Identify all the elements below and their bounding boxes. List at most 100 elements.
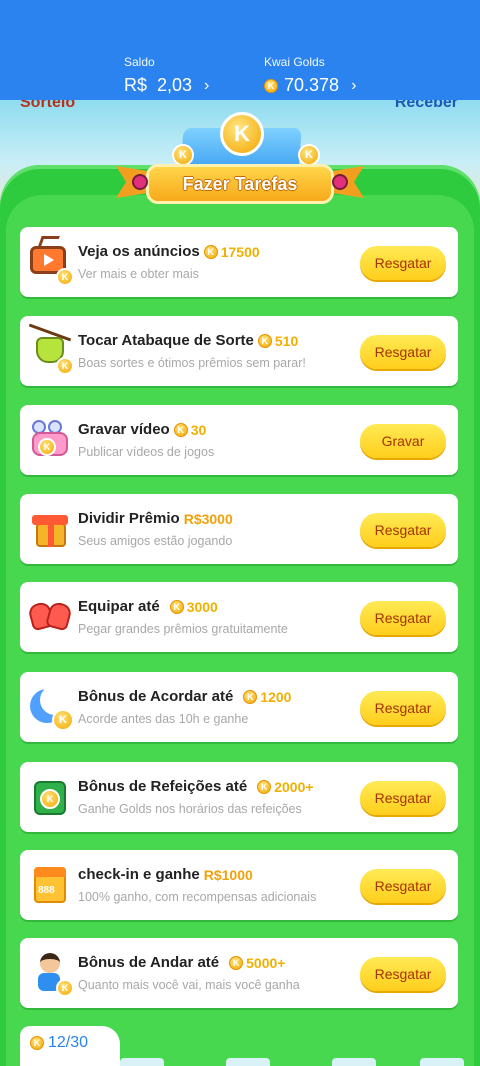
bird-icon: [132, 174, 148, 190]
k-coin-icon: K: [298, 144, 320, 166]
k-coin-icon: K: [243, 689, 258, 704]
task-reward: K 510: [257, 332, 299, 349]
golds-label: Kwai Golds: [264, 55, 325, 69]
task-subtitle: Ganhe Golds nos horários das refeições: [78, 802, 302, 816]
progress-tab[interactable]: K 12/30: [20, 1026, 120, 1066]
task-title-row: Bônus de Andar até K 5000+: [78, 954, 285, 971]
resgatar-button[interactable]: Resgatar: [360, 601, 446, 635]
progress-row: K 12/30: [30, 1034, 88, 1052]
progress-count: 12/30: [48, 1034, 89, 1051]
task-reward-value: 510: [274, 332, 299, 349]
task-card-meals: K Bônus de Refeições até K 2000+ Ganhe Gol…: [20, 762, 458, 832]
task-title: Tocar Atabaque de Sorte: [78, 332, 254, 349]
resgatar-button[interactable]: Resgatar: [360, 957, 446, 991]
chevron-right-icon[interactable]: ›: [204, 77, 209, 95]
task-reward: K 5000+: [229, 955, 285, 971]
task-title: Equipar até: [78, 598, 160, 615]
task-reward: K 30: [173, 421, 207, 438]
calendar-number: 888: [38, 885, 55, 896]
task-title: Bônus de Andar até: [78, 954, 220, 971]
resgatar-button[interactable]: Resgatar: [360, 869, 446, 903]
walking-boy-icon: K: [28, 951, 74, 997]
task-reward-value: 3000: [186, 598, 218, 615]
task-title-row: Gravar vídeo K 30: [78, 421, 206, 438]
bottom-card-tab[interactable]: [120, 1058, 164, 1066]
bird-icon: [332, 174, 348, 190]
bottom-card-tab[interactable]: [226, 1058, 270, 1066]
chevron-right-icon[interactable]: ›: [351, 77, 356, 95]
k-coin-icon: K: [229, 955, 244, 970]
task-reward: K 17500: [203, 244, 260, 260]
task-title-row: Bônus de Refeições até K 2000+: [78, 778, 314, 795]
bottom-card-tab[interactable]: [420, 1058, 464, 1066]
k-coin-icon: K: [30, 1036, 44, 1050]
task-subtitle: Seus amigos estão jogando: [78, 534, 233, 548]
balance-value-row[interactable]: R$ 2,03 ›: [124, 75, 209, 96]
resgatar-button[interactable]: Resgatar: [360, 781, 446, 815]
task-card-video: K Gravar vídeo K 30 Publicar vídeos de jog…: [20, 405, 458, 475]
task-title: Bônus de Acordar até: [78, 688, 234, 705]
task-reward: K 1200: [243, 689, 291, 705]
gravar-button[interactable]: Gravar: [360, 424, 446, 458]
balance-value: R$ 2,03: [124, 75, 193, 95]
tv-icon: K: [28, 236, 74, 286]
task-reward-value: 5000+: [246, 954, 286, 971]
tasks-banner: K K K Fazer Tarefas: [116, 108, 360, 208]
task-title-row: Veja os anúncios K 17500: [78, 243, 260, 260]
task-subtitle: Ver mais e obter mais: [78, 267, 199, 281]
task-subtitle: Quanto mais você vai, mais você ganha: [78, 978, 300, 992]
k-coin-icon: K: [173, 422, 188, 437]
task-title-row: Equipar até K 3000: [78, 598, 218, 615]
task-title-row: Dividir Prêmio R$3000: [78, 510, 233, 527]
task-card-wake-up: K Bônus de Acordar até K 1200 Acorde antes…: [20, 672, 458, 742]
task-subtitle: Boas sortes e ótimos prêmios sem parar!: [78, 356, 306, 370]
task-reward-value: 30: [190, 421, 207, 438]
resgatar-button[interactable]: Resgatar: [360, 513, 446, 547]
golds-value: 70.378: [284, 75, 340, 95]
task-subtitle: Publicar vídeos de jogos: [78, 445, 215, 459]
meal-bag-icon: K: [28, 775, 72, 819]
bottom-card-tab[interactable]: [332, 1058, 376, 1066]
k-coin-icon: K: [257, 779, 272, 794]
task-title: Bônus de Refeições até: [78, 778, 248, 795]
banner-title: Fazer Tarefas: [146, 164, 334, 204]
golds-section[interactable]: Kwai Golds K 70.378 ›: [264, 55, 356, 96]
top-balance-bar: Saldo R$ 2,03 › Kwai Golds K 70.378 ›: [0, 0, 480, 100]
task-card-check-in: 888 check-in e ganhe R$1000 100% ganho, c…: [20, 850, 458, 920]
resgatar-button[interactable]: Resgatar: [360, 691, 446, 725]
task-card-drum: K Tocar Atabaque de Sorte K 510 Boas sorte…: [20, 316, 458, 386]
gift-box-icon: [28, 507, 72, 551]
task-reward-value: 1200: [260, 688, 292, 705]
task-reward: K 3000: [169, 598, 218, 615]
resgatar-button[interactable]: Resgatar: [360, 246, 446, 280]
task-title: Veja os anúncios: [78, 243, 200, 260]
task-reward: K 2000+: [257, 778, 314, 795]
task-title: check-in e ganhe: [78, 866, 200, 883]
task-reward-value: 2000+: [274, 778, 314, 795]
task-title-row: Tocar Atabaque de Sorte K 510: [78, 332, 298, 349]
golds-value-row[interactable]: K 70.378 ›: [264, 75, 356, 96]
task-card-walk: K Bônus de Andar até K 5000+ Quanto mais v…: [20, 938, 458, 1008]
k-coin-icon: K: [203, 244, 218, 259]
k-coin-icon: K: [172, 144, 194, 166]
task-title: Gravar vídeo: [78, 421, 170, 438]
k-coin-icon: K: [220, 112, 264, 156]
boxing-gloves-icon: [27, 595, 73, 639]
video-camera-icon: K: [28, 418, 72, 462]
drum-icon: K: [28, 323, 74, 375]
task-title-row: Bônus de Acordar até K 1200: [78, 688, 291, 705]
balance-section[interactable]: Saldo R$ 2,03 ›: [124, 55, 209, 96]
task-card-share-prize: Dividir Prêmio R$3000 Seus amigos estão j…: [20, 494, 458, 564]
task-card-ads: K Veja os anúncios K 17500 Ver mais e obte…: [20, 227, 458, 297]
k-coin-icon: K: [257, 333, 272, 348]
task-subtitle: 100% ganho, com recompensas adicionais: [78, 890, 317, 904]
task-card-equip: Equipar até K 3000 Pegar grandes prêmios g…: [20, 582, 458, 652]
task-subtitle: Pegar grandes prêmios gratuitamente: [78, 622, 288, 636]
task-title-row: check-in e ganhe R$1000: [78, 866, 253, 883]
k-coin-icon: K: [264, 78, 278, 93]
moon-icon: K: [28, 685, 74, 731]
calendar-icon: 888: [28, 863, 72, 907]
resgatar-button[interactable]: Resgatar: [360, 335, 446, 369]
k-coin-icon: K: [169, 599, 184, 614]
bottom-cards-strip: [120, 1058, 480, 1066]
